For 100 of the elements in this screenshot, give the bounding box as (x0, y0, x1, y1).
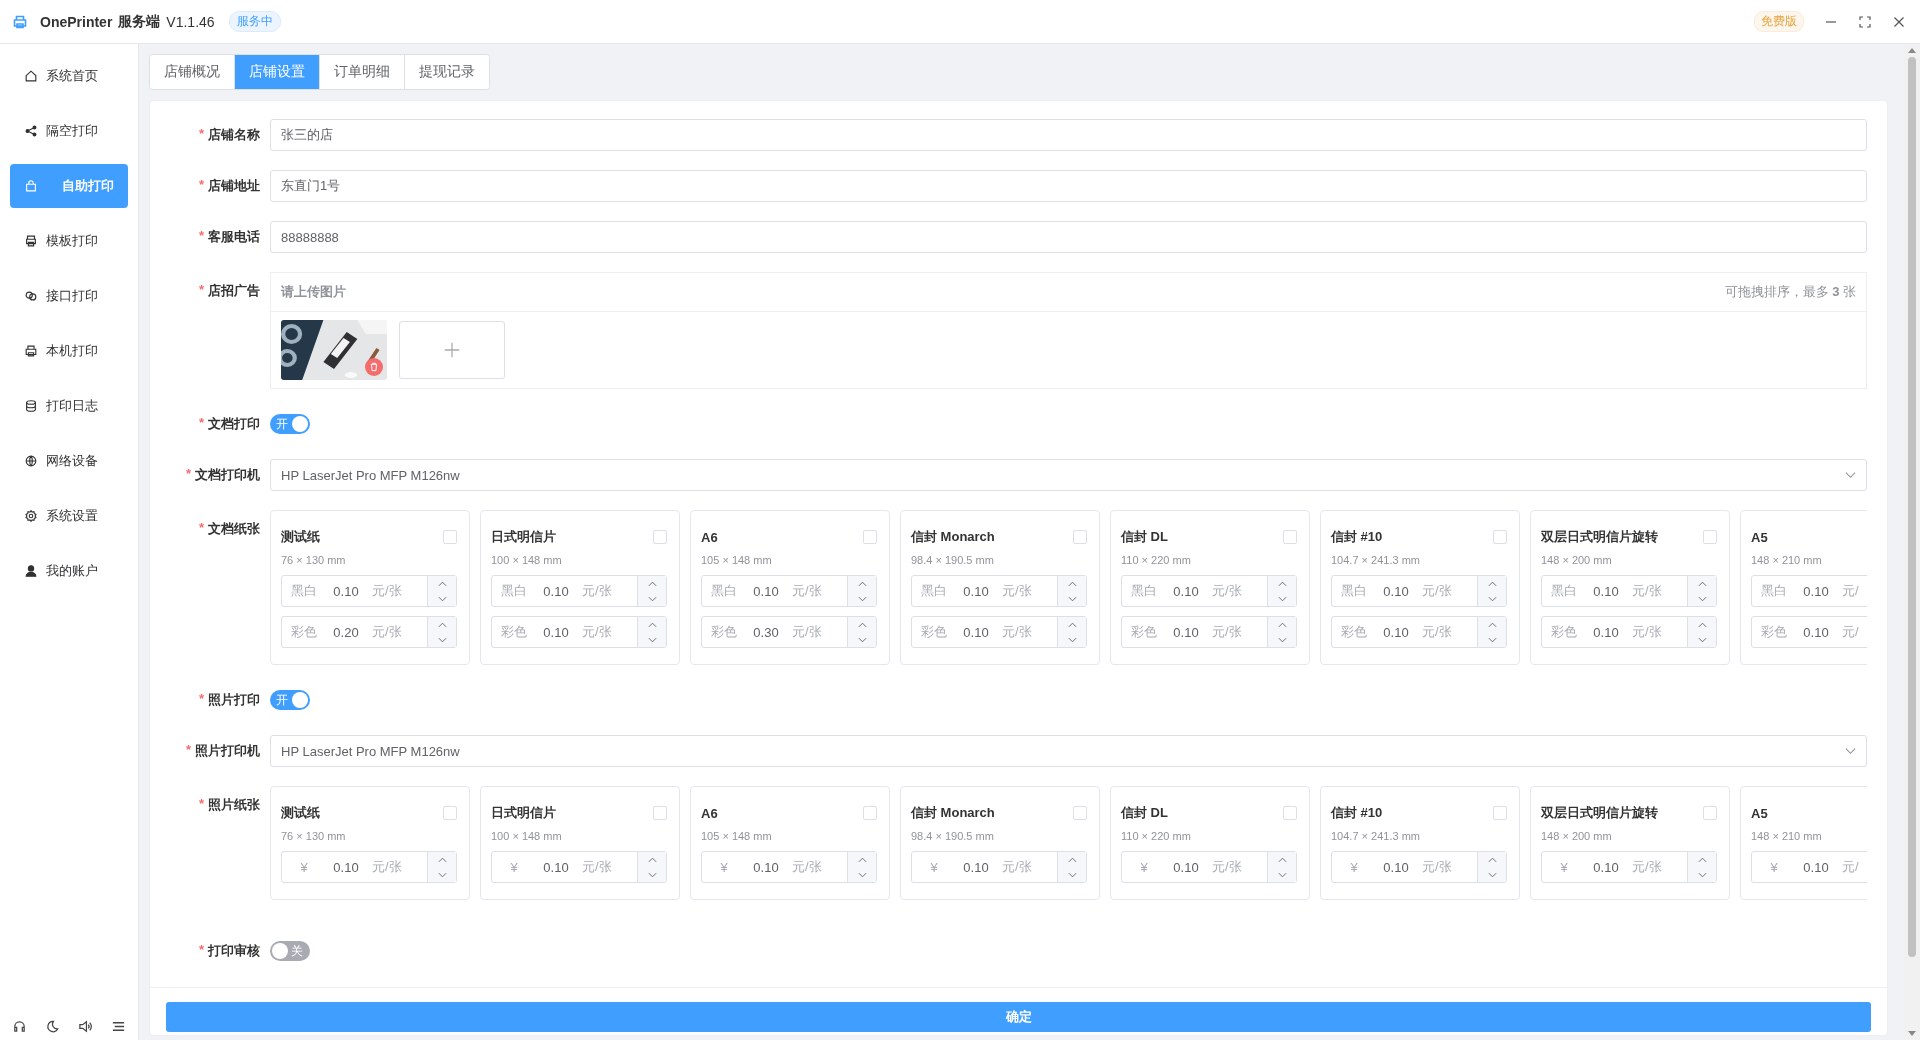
price-input[interactable]: ¥ 0.10 元/张 (701, 851, 877, 883)
maximize-icon[interactable] (1858, 14, 1872, 29)
chevron-down-icon[interactable] (857, 636, 867, 643)
price-input[interactable]: 黑白 0.10 元/张 (701, 575, 877, 607)
chevron-up-icon[interactable] (1277, 580, 1287, 587)
price-input[interactable]: 彩色 0.10 元/张 (911, 616, 1087, 648)
chevron-down-icon[interactable] (1697, 636, 1707, 643)
text-field[interactable]: 张三的店 (270, 119, 1867, 151)
close-icon[interactable] (1892, 14, 1906, 29)
price-input[interactable]: ¥ 0.10 元/张 (911, 851, 1087, 883)
chevron-up-icon[interactable] (647, 621, 657, 628)
checkbox[interactable] (1073, 530, 1087, 544)
scroll-up-icon[interactable] (1908, 48, 1916, 53)
chevron-up-icon[interactable] (1067, 856, 1077, 863)
checkbox[interactable] (1283, 806, 1297, 820)
sidebar-item[interactable]: 系统首页 (10, 54, 128, 98)
chevron-up-icon[interactable] (857, 621, 867, 628)
chevron-up-icon[interactable] (437, 856, 447, 863)
chevron-down-icon[interactable] (437, 636, 447, 643)
sidebar-item[interactable]: 系统设置 (10, 494, 128, 538)
chevron-down-icon[interactable] (437, 871, 447, 878)
text-field[interactable]: 东直门1号 (270, 170, 1867, 202)
tab[interactable]: 店铺概况 (150, 55, 235, 89)
sidebar-item[interactable]: 接口打印 (10, 274, 128, 318)
chevron-up-icon[interactable] (1067, 580, 1077, 587)
chevron-down-icon[interactable] (1277, 636, 1287, 643)
chevron-up-icon[interactable] (647, 856, 657, 863)
checkbox[interactable] (1073, 806, 1087, 820)
chevron-up-icon[interactable] (857, 856, 867, 863)
chevron-up-icon[interactable] (1697, 856, 1707, 863)
delete-icon[interactable] (365, 358, 383, 376)
chevron-down-icon[interactable] (1067, 595, 1077, 602)
chevron-down-icon[interactable] (1697, 595, 1707, 602)
chevron-up-icon[interactable] (1277, 856, 1287, 863)
checkbox[interactable] (653, 530, 667, 544)
sidebar-item[interactable]: 模板打印 (10, 219, 128, 263)
price-input[interactable]: ¥ 0.10 元/张 (281, 851, 457, 883)
price-input[interactable]: 黑白 0.10 元/张 (1541, 575, 1717, 607)
price-input[interactable]: ¥ 0.10 元/张 (1541, 851, 1717, 883)
checkbox[interactable] (1283, 530, 1297, 544)
text-field[interactable]: 88888888 (270, 221, 1867, 253)
sidebar-item[interactable]: 本机打印 (10, 329, 128, 373)
scroll-down-icon[interactable] (1908, 1031, 1916, 1036)
price-input[interactable]: ¥ 0.10 元/张 (491, 851, 667, 883)
chevron-down-icon[interactable] (647, 636, 657, 643)
price-input[interactable]: ¥ 0.10 元/张 (1331, 851, 1507, 883)
chevron-up-icon[interactable] (1277, 621, 1287, 628)
chevron-down-icon[interactable] (1487, 871, 1497, 878)
moon-icon[interactable] (45, 1019, 60, 1034)
checkbox[interactable] (1493, 530, 1507, 544)
add-image-button[interactable] (399, 321, 505, 379)
price-input[interactable]: 黑白 0.10 元/张 (911, 575, 1087, 607)
checkbox[interactable] (1703, 530, 1717, 544)
speaker-icon[interactable] (78, 1019, 93, 1034)
sidebar-item[interactable]: 我的账户 (10, 549, 128, 593)
checkbox[interactable] (443, 530, 457, 544)
price-input[interactable]: 彩色 0.20 元/张 (281, 616, 457, 648)
checkbox[interactable] (653, 806, 667, 820)
chevron-up-icon[interactable] (437, 621, 447, 628)
chevron-down-icon[interactable] (1487, 636, 1497, 643)
checkbox[interactable] (1703, 806, 1717, 820)
printer-select[interactable]: HP LaserJet Pro MFP M126nw (270, 735, 1867, 767)
headset-icon[interactable] (12, 1019, 27, 1034)
chevron-down-icon[interactable] (437, 595, 447, 602)
chevron-up-icon[interactable] (1487, 580, 1497, 587)
checkbox[interactable] (443, 806, 457, 820)
chevron-up-icon[interactable] (1487, 621, 1497, 628)
menu-icon[interactable] (111, 1019, 126, 1034)
chevron-down-icon[interactable] (647, 595, 657, 602)
price-input[interactable]: 彩色 0.30 元/张 (701, 616, 877, 648)
price-input[interactable]: 黑白 0.10 元/张 (491, 575, 667, 607)
chevron-down-icon[interactable] (857, 871, 867, 878)
sidebar-item[interactable]: 网络设备 (10, 439, 128, 483)
price-input[interactable]: 彩色 0.10 元/张 (491, 616, 667, 648)
chevron-down-icon[interactable] (1487, 595, 1497, 602)
price-input[interactable]: ¥ 0.10 元/张 (1121, 851, 1297, 883)
chevron-down-icon[interactable] (857, 595, 867, 602)
sidebar-item[interactable]: 隔空打印 (10, 109, 128, 153)
chevron-up-icon[interactable] (1697, 580, 1707, 587)
price-input[interactable]: 黑白 0.10 元/张 (1121, 575, 1297, 607)
chevron-down-icon[interactable] (1277, 595, 1287, 602)
sidebar-item[interactable]: 打印日志 (10, 384, 128, 428)
chevron-up-icon[interactable] (857, 580, 867, 587)
price-input[interactable]: 彩色 0.10 元/张 (1331, 616, 1507, 648)
chevron-up-icon[interactable] (1487, 856, 1497, 863)
printer-select[interactable]: HP LaserJet Pro MFP M126nw (270, 459, 1867, 491)
price-input[interactable]: 彩色 0.10 元/张 (1121, 616, 1297, 648)
chevron-up-icon[interactable] (437, 580, 447, 587)
upload-field[interactable]: 请上传图片 可拖拽排序，最多 3 张 (271, 273, 1866, 312)
checkbox[interactable] (863, 530, 877, 544)
price-input[interactable]: 黑白 0.10 元/张 (1331, 575, 1507, 607)
chevron-up-icon[interactable] (1697, 621, 1707, 628)
chevron-up-icon[interactable] (1067, 621, 1077, 628)
chevron-down-icon[interactable] (1277, 871, 1287, 878)
chevron-down-icon[interactable] (1067, 871, 1077, 878)
price-input[interactable]: 彩色 0.10 元/张 (1541, 616, 1717, 648)
chevron-down-icon[interactable] (1697, 871, 1707, 878)
price-input[interactable]: 黑白 0.10 元/张 (281, 575, 457, 607)
chevron-down-icon[interactable] (647, 871, 657, 878)
checkbox[interactable] (863, 806, 877, 820)
